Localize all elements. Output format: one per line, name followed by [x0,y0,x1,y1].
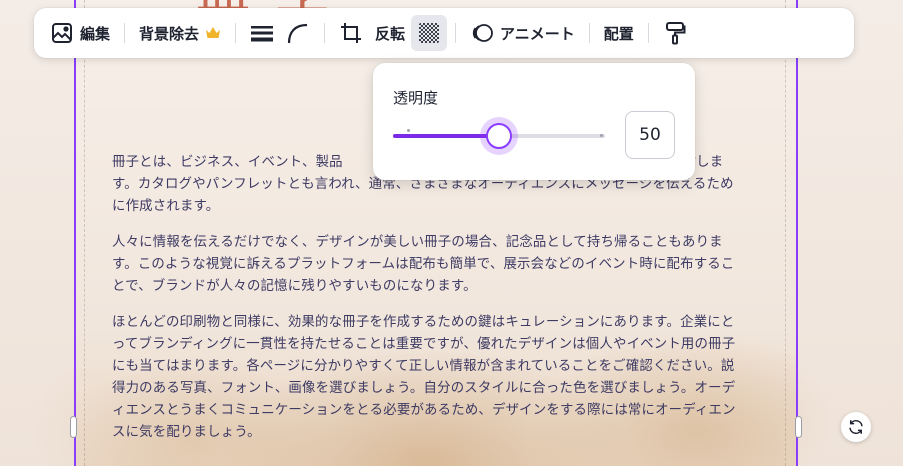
transparency-slider-thumb[interactable] [486,123,512,149]
toolbar-divider [455,23,457,43]
border-style-button[interactable] [244,15,280,51]
image-edit-icon [52,23,72,43]
paint-roller-icon [665,22,686,45]
flip-label: 反転 [375,24,406,43]
transparency-slider[interactable] [393,123,605,149]
transparency-slider-fill [393,134,499,138]
animate-circles-icon [472,24,493,42]
edit-button[interactable]: 編集 [44,15,116,51]
bg-remove-label: 背景除去 [139,24,200,43]
position-label: 配置 [603,24,634,43]
rotate-icon [849,419,863,435]
paragraph-3: ほとんどの印刷物と同様に、効果的な冊子を作成するための鍵はキュレーションにありま… [112,315,736,440]
copy-style-button[interactable] [657,15,693,51]
resize-handle-left[interactable] [70,416,77,438]
transparency-value-input[interactable]: 50 [625,111,675,159]
flip-button[interactable]: 反転 [369,15,411,51]
corner-rounding-button[interactable] [280,15,316,51]
edit-label: 編集 [80,24,111,43]
transparency-checker-icon [419,23,440,43]
rotate-button[interactable] [841,412,871,442]
animate-label: アニメート [500,24,575,43]
corner-radius-icon [287,23,308,44]
body-text-block[interactable]: 冊子とは、ビジネス、イベント、製品 以上の印刷物のことを指します。カタログやパン… [112,152,740,458]
crop-button[interactable] [333,15,369,51]
slider-max-dot [600,134,603,137]
paragraph-2: 人々に情報を伝えるだけでなく、デザインが美しい冊子の場合、記念品として持ち帰るこ… [112,235,735,294]
toolbar-divider [235,23,237,43]
crop-icon [341,23,362,43]
position-button[interactable]: 配置 [598,15,640,51]
toolbar-divider [324,23,326,43]
background-remover-button[interactable]: 背景除去 [133,15,227,51]
toolbar-divider [588,23,590,43]
animate-button[interactable]: アニメート [464,15,581,51]
crown-icon [206,27,221,38]
slider-min-dot [407,129,410,132]
transparency-title: 透明度 [393,89,439,107]
border-lines-icon [251,26,274,42]
element-toolbar: 編集 背景除去 反転 アニメート 配置 [34,8,854,58]
toolbar-divider [647,23,649,43]
resize-handle-right[interactable] [795,416,802,438]
transparency-button[interactable] [411,15,448,51]
transparency-value: 50 [639,125,661,145]
toolbar-divider [124,23,126,43]
